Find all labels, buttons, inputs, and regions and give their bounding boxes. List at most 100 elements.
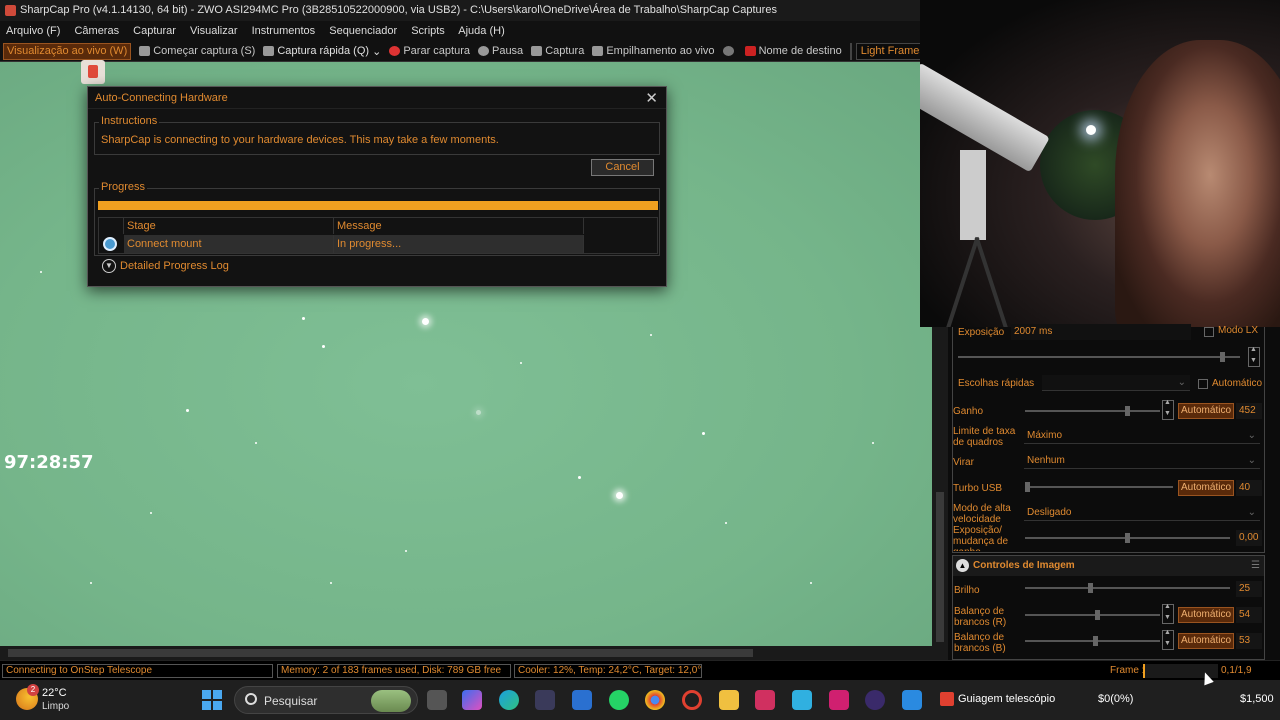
menu-sequencer[interactable]: Sequenciador (329, 25, 397, 37)
menu-help[interactable]: Ajuda (H) (458, 25, 504, 37)
target-name-input[interactable] (849, 42, 852, 60)
wb-blue-spinner[interactable] (1162, 629, 1174, 650)
pause-label: Pausa (491, 45, 524, 57)
edge-icon[interactable] (499, 690, 519, 710)
menu-icon[interactable]: ☰ (1251, 560, 1260, 571)
exposure-input[interactable]: 2007 ms (1011, 324, 1191, 340)
highspeed-mode-select[interactable]: Desligado ⌄ (1024, 505, 1260, 521)
quick-picks-auto-checkbox[interactable] (1198, 379, 1208, 389)
stellarium-icon[interactable] (865, 690, 885, 710)
opera-icon[interactable] (682, 690, 702, 710)
flip-label: Virar (953, 457, 974, 468)
usb-turbo-slider[interactable] (1025, 482, 1173, 492)
menu-bar: Arquivo (F) Câmeras Capturar Visualizar … (0, 21, 920, 41)
image-controls-header[interactable]: ▲ Controles de Imagem ☰ (953, 556, 1264, 576)
store-icon[interactable] (535, 690, 555, 710)
slider-knob[interactable] (1220, 352, 1225, 362)
horizontal-scrollbar[interactable] (0, 646, 932, 660)
wb-blue-auto-button[interactable]: Automático (1178, 633, 1234, 649)
task-view-icon[interactable] (427, 690, 447, 710)
wb-red-auto-button[interactable]: Automático (1178, 607, 1234, 623)
webcam-overlay (920, 0, 1280, 327)
temperature[interactable]: 22°C (42, 687, 67, 699)
table-header: Stage Message (99, 218, 657, 234)
stop-capture-button[interactable]: Parar captura (389, 45, 470, 57)
flip-select[interactable]: Nenhum ⌄ (1024, 453, 1260, 469)
guiding-app-label[interactable]: Guiagem telescópio (958, 693, 1055, 705)
recording-app-icon[interactable] (81, 60, 105, 84)
brightness-slider[interactable] (1025, 583, 1230, 593)
taskbar-search[interactable]: Pesquisar (234, 686, 418, 714)
menu-scripts[interactable]: Scripts (411, 25, 445, 37)
menu-instruments[interactable]: Instrumentos (252, 25, 316, 37)
instructions-label: Instructions (99, 115, 160, 127)
chevron-down-icon: ▼ (102, 259, 116, 273)
table-row[interactable]: Connect mount In progress... (99, 235, 657, 253)
wb-blue-value[interactable]: 53 (1236, 633, 1262, 649)
app-icon[interactable] (572, 690, 592, 710)
star (520, 362, 522, 364)
star (725, 522, 727, 524)
wb-red-spinner[interactable] (1162, 603, 1174, 624)
stage-column-header: Stage (124, 218, 334, 234)
wb-red-slider[interactable] (1025, 610, 1160, 620)
quick-capture-button[interactable]: Captura rápida (Q) ⌄ (263, 45, 381, 58)
app-icon[interactable] (792, 690, 812, 710)
chrome-icon[interactable] (645, 690, 665, 710)
target-icon (744, 46, 756, 56)
slider-knob[interactable] (1125, 533, 1130, 543)
gain-auto-button[interactable]: Automático (1178, 403, 1234, 419)
whatsapp-icon[interactable] (609, 690, 629, 710)
guiding-app-icon[interactable] (940, 692, 954, 706)
start-capture-button[interactable]: Começar captura (S) (139, 45, 255, 57)
file-explorer-icon[interactable] (719, 690, 739, 710)
progress-group: Progress Stage Message Connect mount In … (94, 181, 660, 256)
frame-label: Frame : (1110, 665, 1145, 676)
snapshot-button[interactable]: Captura (531, 45, 584, 57)
lx-mode-label: Modo LX (1218, 325, 1259, 336)
wb-red-value[interactable]: 54 (1236, 607, 1262, 623)
menu-view[interactable]: Visualizar (190, 25, 238, 37)
frame-rate-select[interactable]: Máximo ⌄ (1024, 428, 1260, 444)
slider-knob[interactable] (1125, 406, 1130, 416)
usb-auto-button[interactable]: Automático (1178, 480, 1234, 496)
menu-file[interactable]: Arquivo (F) (6, 25, 60, 37)
cancel-button[interactable]: Cancel (591, 159, 654, 176)
slider-knob[interactable] (1088, 583, 1093, 593)
exposure-gain-value[interactable]: 0,00 (1236, 530, 1262, 546)
gain-value[interactable]: 452 (1236, 403, 1262, 419)
windows-start-icon[interactable] (202, 690, 222, 710)
exposure-slider[interactable] (958, 352, 1240, 362)
gain-slider[interactable] (1025, 406, 1160, 416)
live-stack-button[interactable]: Empilhamento ao vivo (592, 45, 715, 57)
menu-cameras[interactable]: Câmeras (74, 25, 119, 37)
star (40, 271, 42, 273)
frame-type-select[interactable]: Light Frames (855, 42, 926, 60)
exposure-gain-slider[interactable] (1025, 533, 1230, 543)
stack-icon (592, 46, 604, 56)
lx-mode-checkbox[interactable] (1204, 327, 1214, 337)
weather-condition[interactable]: Limpo (42, 701, 69, 712)
usb-turbo-value[interactable]: 40 (1236, 480, 1262, 496)
photos-icon[interactable] (902, 690, 922, 710)
pause-button[interactable]: Pausa (477, 45, 524, 57)
chevron-down-icon[interactable]: ⌄ (372, 45, 381, 58)
quick-picks-select[interactable]: ⌄ (1042, 375, 1190, 391)
live-view-button[interactable]: Visualização ao vivo (W) (3, 42, 132, 60)
close-icon[interactable]: ✕ (645, 88, 658, 110)
scrollbar-thumb[interactable] (8, 649, 753, 657)
slider-knob[interactable] (1093, 636, 1098, 646)
menu-capture[interactable]: Capturar (133, 25, 176, 37)
sharpcap-taskbar-icon[interactable] (829, 690, 849, 710)
exposure-spinner[interactable] (1248, 346, 1260, 367)
wb-blue-slider[interactable] (1025, 636, 1160, 646)
slider-knob[interactable] (1025, 482, 1030, 492)
brightness-value[interactable]: 25 (1236, 581, 1262, 597)
app-icon[interactable] (755, 690, 775, 710)
detailed-log-toggle[interactable]: ▼ Detailed Progress Log (102, 259, 229, 273)
scrollbar-thumb[interactable] (936, 492, 944, 642)
chevron-up-icon[interactable]: ▲ (956, 559, 969, 572)
copilot-icon[interactable] (462, 690, 482, 710)
gain-spinner[interactable] (1162, 399, 1174, 420)
slider-knob[interactable] (1095, 610, 1100, 620)
